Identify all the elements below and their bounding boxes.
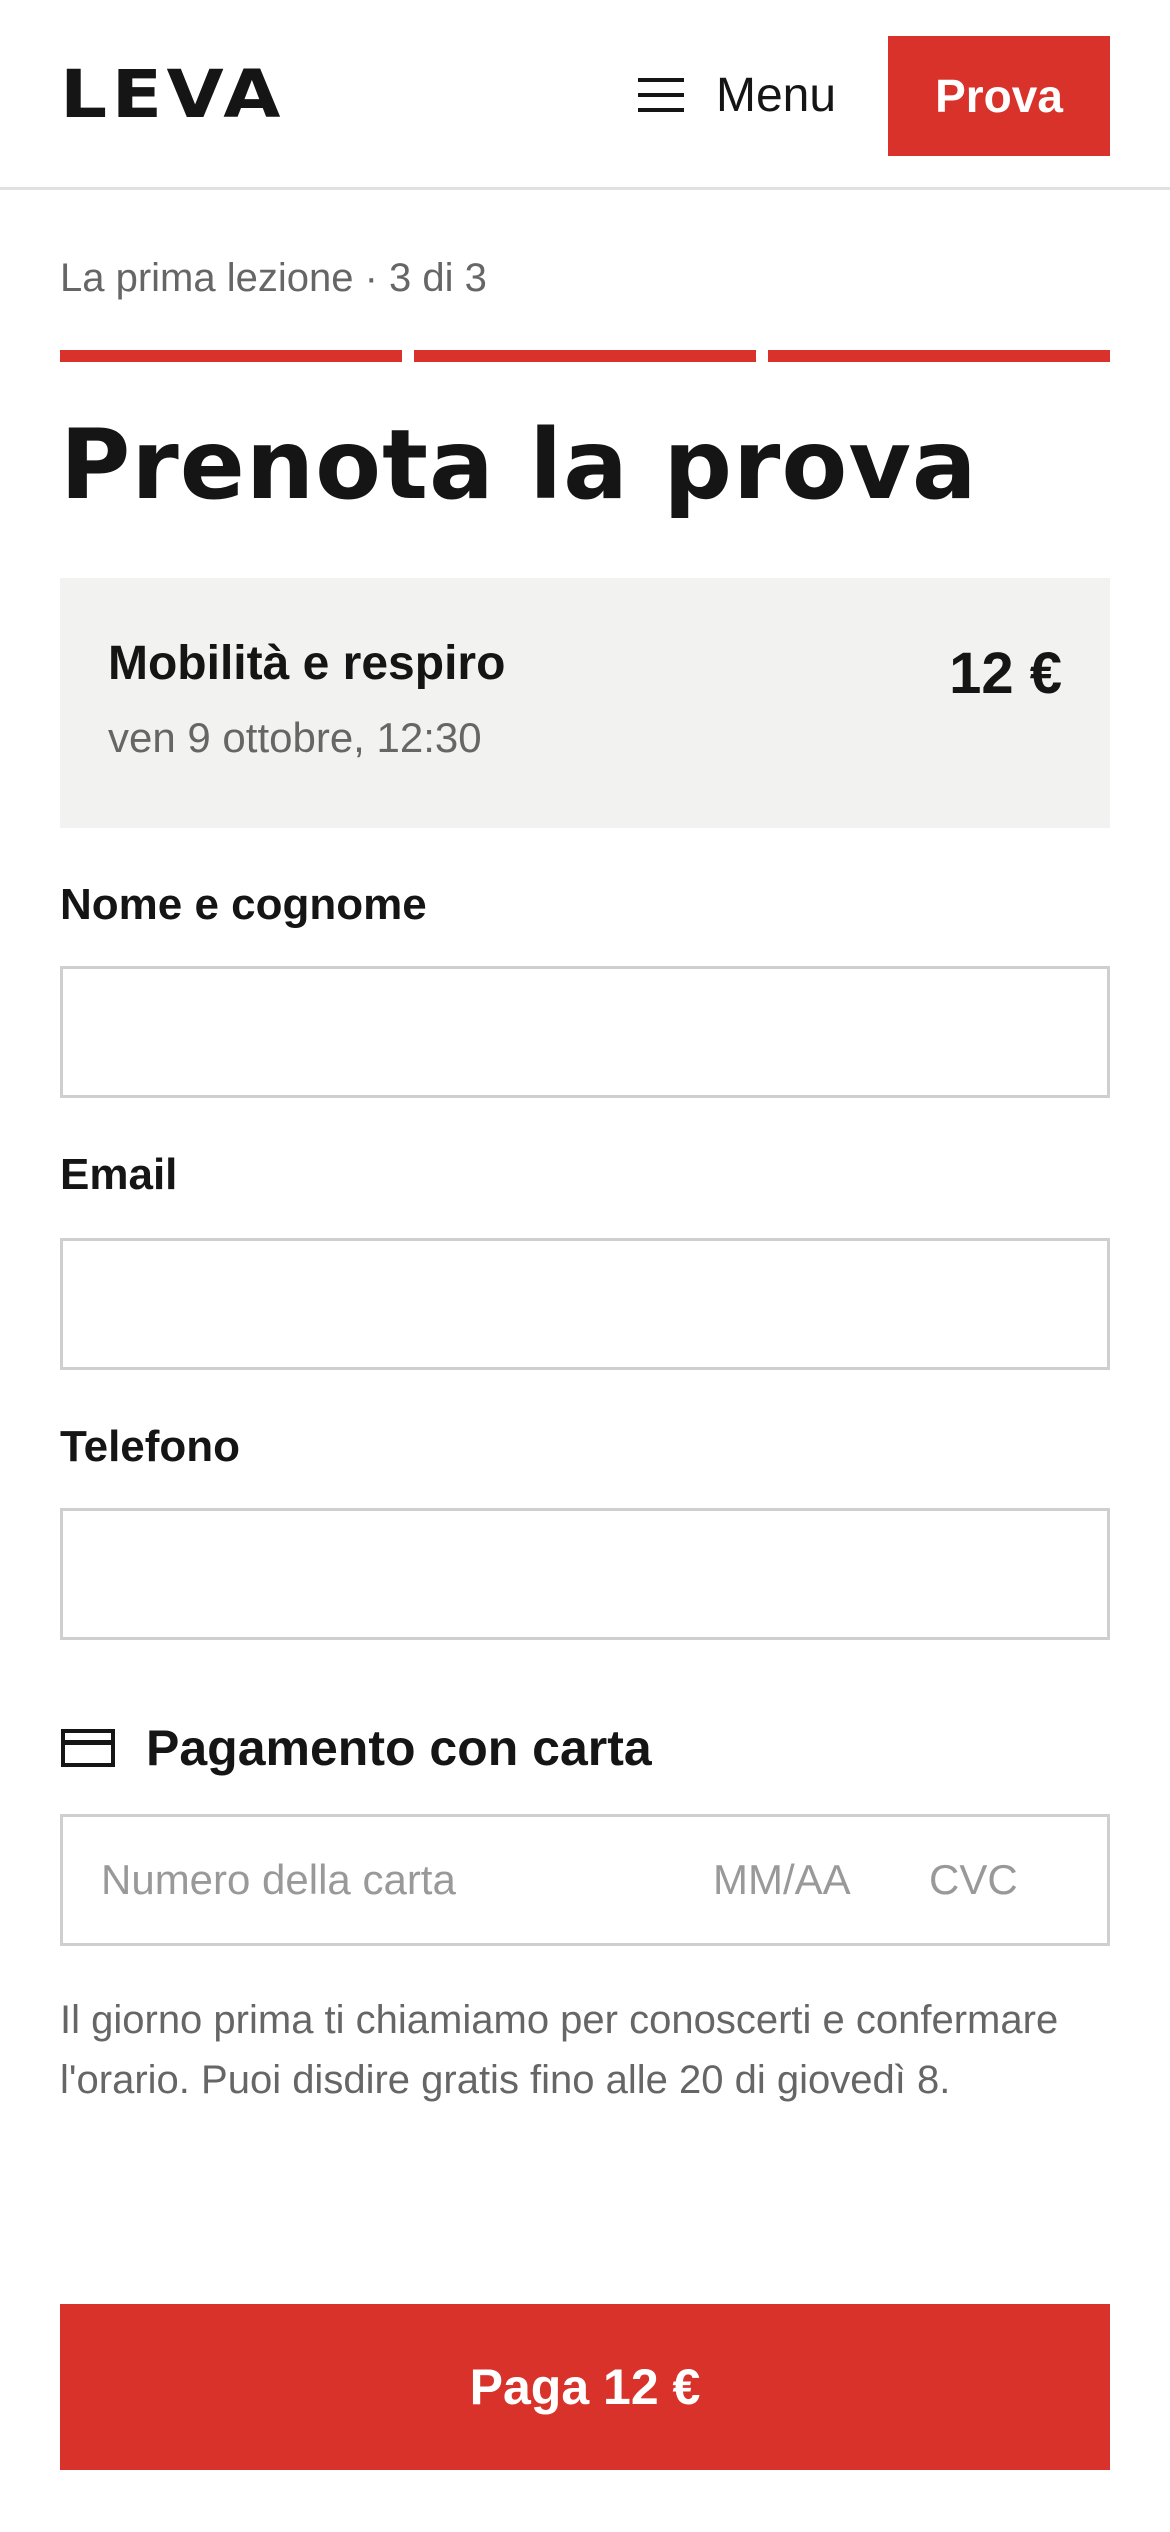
step-progress-bar bbox=[60, 350, 1110, 362]
email-field[interactable] bbox=[60, 1238, 1110, 1370]
payment-title: Pagamento con carta bbox=[146, 1720, 652, 1776]
hamburger-icon bbox=[638, 78, 684, 112]
phone-field[interactable] bbox=[60, 1508, 1110, 1640]
class-price: 12 € bbox=[949, 641, 1062, 706]
site-header: LEVA Menu Prova bbox=[0, 0, 1170, 190]
booking-summary-card: Mobilità e respiro ven 9 ottobre, 12:30 … bbox=[60, 578, 1110, 828]
booking-note: Il giorno prima ti chiamiamo per conosce… bbox=[60, 1998, 1059, 2102]
class-datetime: ven 9 ottobre, 12:30 bbox=[108, 714, 482, 761]
credit-card-icon bbox=[61, 1729, 115, 1767]
name-field[interactable] bbox=[60, 966, 1110, 1098]
prova-button[interactable]: Prova bbox=[888, 36, 1110, 156]
card-cvc-input[interactable] bbox=[929, 1817, 1069, 1943]
menu-button[interactable]: Menu bbox=[638, 62, 836, 128]
class-name: Mobilità e respiro bbox=[108, 637, 506, 690]
page-title: Prenota la prova bbox=[60, 409, 978, 521]
email-field-label: Email bbox=[60, 1150, 178, 1199]
name-field-label: Nome e cognome bbox=[60, 880, 427, 929]
phone-field-label: Telefono bbox=[60, 1422, 241, 1471]
menu-label: Menu bbox=[716, 68, 837, 122]
progress-segment-1 bbox=[60, 350, 402, 362]
card-expiry-input[interactable] bbox=[713, 1817, 883, 1943]
pay-button[interactable]: Paga 12 € bbox=[60, 2304, 1110, 2470]
card-number-input[interactable] bbox=[101, 1817, 661, 1943]
leva-logo[interactable]: LEVA bbox=[60, 62, 285, 128]
payment-heading: Pagamento con carta bbox=[60, 1718, 652, 1778]
progress-segment-3 bbox=[768, 350, 1110, 362]
progress-segment-2 bbox=[414, 350, 756, 362]
step-indicator-label: La prima lezione · 3 di 3 bbox=[60, 256, 487, 300]
card-input-group bbox=[60, 1814, 1110, 1946]
